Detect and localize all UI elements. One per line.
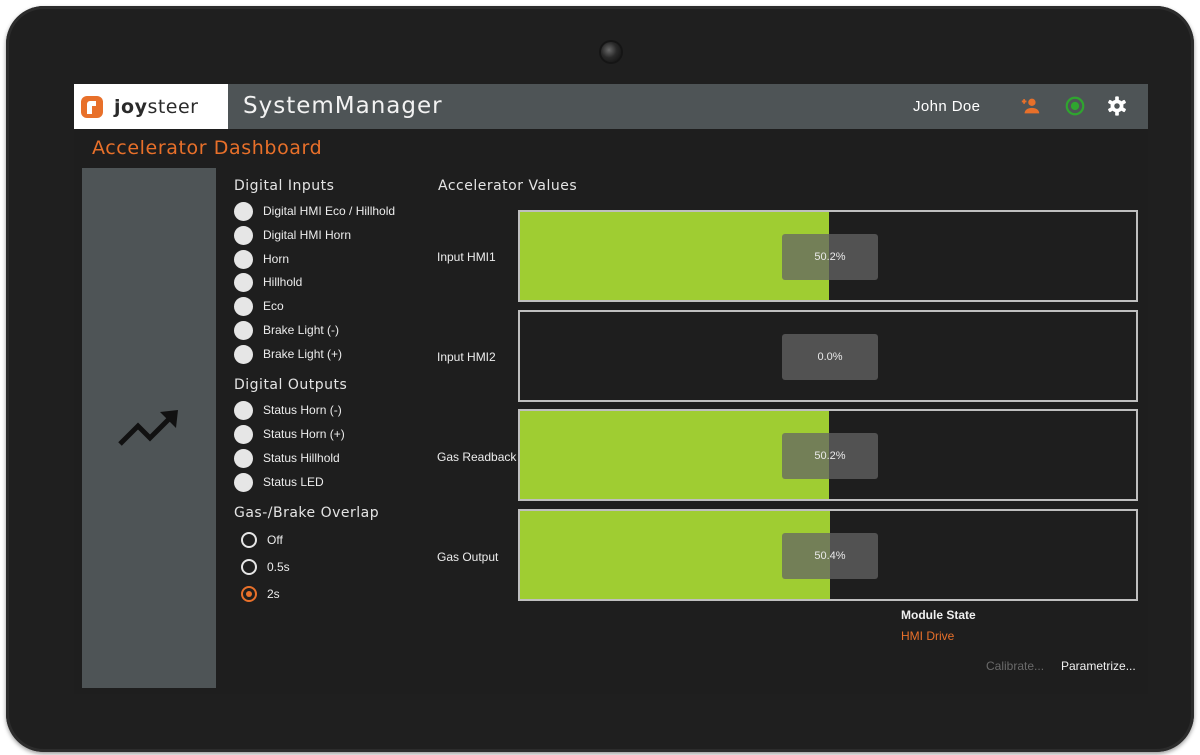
digital-inputs-heading: Digital Inputs xyxy=(234,178,335,194)
digital-output-led: Status Hillhold xyxy=(234,448,340,468)
status-led-icon xyxy=(234,424,253,444)
gauge-gas-readback: 50.2% xyxy=(518,409,1138,501)
page-title: Accelerator Dashboard xyxy=(92,137,323,159)
gauge-value-badge: 50.2% xyxy=(782,433,878,479)
status-led-icon xyxy=(234,344,253,364)
app-screen: joysteer SystemManager John Doe Accelera… xyxy=(74,84,1148,694)
module-state-value: HMI Drive xyxy=(901,629,955,643)
gauge-value-badge: 0.0% xyxy=(782,334,878,380)
tablet-frame: joysteer SystemManager John Doe Accelera… xyxy=(6,6,1194,752)
parametrize-button[interactable]: Parametrize... xyxy=(1061,659,1136,673)
gauge-label: Gas Readback xyxy=(437,450,517,464)
gauge-input-hmi1: 50.2% xyxy=(518,210,1138,302)
digital-input-led: Digital HMI Horn xyxy=(234,225,351,245)
app-title: SystemManager xyxy=(243,93,443,119)
user-name[interactable]: John Doe xyxy=(913,98,980,115)
brand-logo: joysteer xyxy=(74,84,228,129)
digital-input-led: Brake Light (-) xyxy=(234,320,339,340)
status-led-icon xyxy=(234,249,253,269)
digital-output-led: Status Horn (+) xyxy=(234,424,345,444)
overlap-option-off[interactable]: Off xyxy=(241,530,283,550)
app-bar: joysteer SystemManager John Doe xyxy=(74,84,1148,129)
gauge-input-hmi2: 0.0% xyxy=(518,310,1138,402)
accelerator-values-heading: Accelerator Values xyxy=(438,178,578,194)
digital-outputs-heading: Digital Outputs xyxy=(234,377,348,393)
module-state-label: Module State xyxy=(901,608,976,622)
status-led-icon xyxy=(234,320,253,340)
camera-lens xyxy=(601,42,621,62)
gauge-value-badge: 50.2% xyxy=(782,234,878,280)
radio-icon[interactable] xyxy=(241,532,257,548)
power-status-icon[interactable] xyxy=(1064,95,1086,117)
gauge-label: Gas Output xyxy=(437,550,499,564)
radio-icon[interactable] xyxy=(241,559,257,575)
status-led-icon xyxy=(234,448,253,468)
overlap-option-0-5s[interactable]: 0.5s xyxy=(241,557,290,577)
digital-input-led: Eco xyxy=(234,296,284,316)
digital-input-led: Digital HMI Eco / Hillhold xyxy=(234,201,395,221)
overlap-option-2s[interactable]: 2s xyxy=(241,584,280,604)
digital-output-led: Status LED xyxy=(234,472,324,492)
status-led-icon xyxy=(234,225,253,245)
calibrate-button[interactable]: Calibrate... xyxy=(986,659,1044,673)
overlap-heading: Gas-/Brake Overlap xyxy=(234,505,380,521)
status-led-icon xyxy=(234,201,253,221)
add-user-icon[interactable] xyxy=(1020,95,1042,117)
settings-gear-icon[interactable] xyxy=(1106,95,1128,117)
status-led-icon xyxy=(234,272,253,292)
gauge-gas-output: 50.4% xyxy=(518,509,1138,601)
logo-wordmark: joysteer xyxy=(114,95,199,118)
side-panel xyxy=(82,168,216,688)
trending-up-icon xyxy=(118,410,178,446)
status-led-icon xyxy=(234,400,253,420)
digital-input-led: Horn xyxy=(234,249,289,269)
status-led-icon xyxy=(234,296,253,316)
digital-output-led: Status Horn (-) xyxy=(234,400,342,420)
gauge-label: Input HMI1 xyxy=(437,250,496,264)
digital-input-led: Brake Light (+) xyxy=(234,344,342,364)
radio-selected-icon[interactable] xyxy=(241,586,257,602)
status-led-icon xyxy=(234,472,253,492)
joysteer-logo-icon xyxy=(81,95,103,118)
gauge-value-badge: 50.4% xyxy=(782,533,878,579)
digital-input-led: Hillhold xyxy=(234,272,302,292)
gauge-label: Input HMI2 xyxy=(437,350,496,364)
